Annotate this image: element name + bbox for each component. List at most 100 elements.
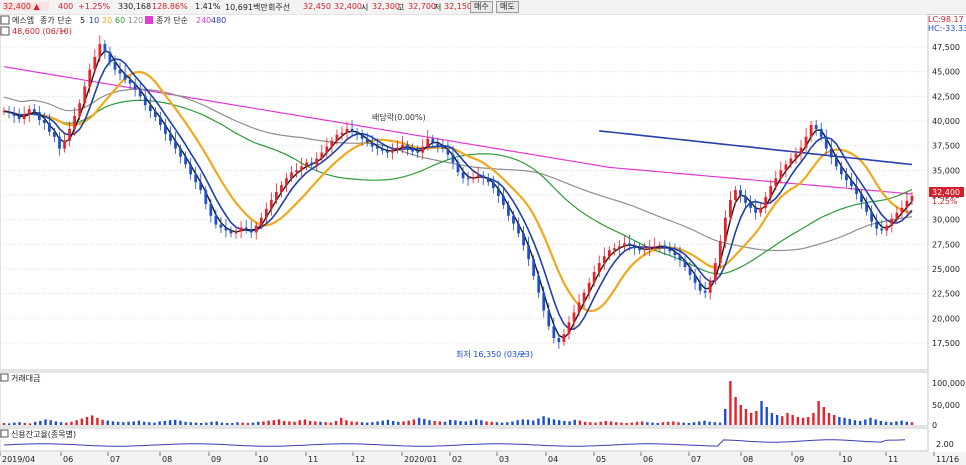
volume-bar [687,423,691,425]
volume-bar [869,417,872,425]
open-value: 32,400 [334,2,362,11]
volume-bar [895,421,898,425]
volume-bar [127,421,130,425]
volume-bar [236,422,239,425]
volume-bar [423,419,426,425]
volume-bar [257,421,260,425]
volume-bar [480,420,483,425]
low-label: 저 [434,3,442,12]
date-label: 2020/01 [404,455,437,464]
date-label: 11 [888,455,898,464]
current-price: 32,400 ▲ [3,2,49,11]
volume-bar [822,407,825,425]
volume-bar [225,423,229,425]
volume-bar [251,422,255,425]
volume-bar [7,423,11,425]
volume-bar [205,422,208,425]
volume-bar [168,420,172,425]
credit-panel-title: 신용잔고율(종목별) [11,429,76,439]
volume-bar [511,421,514,425]
open-price: 32,300 [372,2,400,11]
volume-bar [905,421,909,425]
volume-bar [220,422,224,425]
volume-bar [288,421,291,425]
legend-ma10: 10 [89,16,99,25]
date-label: 09 [794,455,804,464]
volume-bar [739,405,742,425]
volume-bar [360,422,364,425]
volume-bar [770,413,774,425]
volume-bar [864,419,867,425]
volume-bar [672,421,675,425]
volume-bar [900,420,903,425]
volume-bar [122,422,125,425]
volume-bar [532,420,535,425]
volume-bar [54,421,58,425]
volume-bar [433,421,436,425]
volume-bar [879,421,883,425]
credit-tick: 2.00 [936,440,954,449]
volume-bar [210,421,213,425]
volume-bar [516,420,519,425]
date-label: 04 [548,455,558,464]
price-tick-label: 27,500 [932,240,960,249]
price-tick-label: 45,000 [932,68,960,77]
sell-button[interactable]: 매도 [496,1,519,13]
volume-bar [817,401,820,425]
legend-ma5: 5 [80,16,85,25]
volume-bar [656,423,659,425]
volume-bar [241,422,244,425]
volume-bar [755,411,758,425]
open-label: 시 [361,3,369,12]
volume-bar [609,421,613,425]
volume-tick-50000: 50,000 [932,401,960,410]
volume-bar [428,420,431,425]
legend-ma120: 120 [128,16,143,25]
prev-value: 32,450 [303,2,331,11]
volume-bar [80,418,84,425]
price-panel: 47,50045,00042,50040,00037,50035,00032,5… [0,14,960,371]
volume-bar [521,419,525,425]
price-change-percent: +1.25% [78,2,111,11]
volume-bar [526,419,530,425]
volume-bar [111,421,115,425]
legend-ma480: 480 [211,16,226,25]
date-axis: 2019/04 06 07 08 09 10 11 12 2020/01 02 03 04 05 06 07… [0,452,966,465]
volume-bar [464,421,467,425]
volume-bar [438,421,442,425]
buy-button[interactable]: 매수 [470,1,493,13]
turnover-percent: 1.41% [195,2,221,11]
volume-ratio: 128.86% [152,2,188,11]
volume-bar [615,422,618,425]
volume-tick-0: 0 [932,421,937,430]
volume-bar [485,421,488,425]
volume-bar [412,419,416,425]
volume-bar [568,421,571,425]
volume-bar [44,419,47,425]
volume-bar [18,422,21,425]
dividend-note: 배당락(0.00%) [372,112,426,122]
volume-bar [153,422,156,425]
volume-bar [308,421,312,425]
volume-bar [449,419,452,425]
volume-bar [838,417,841,425]
volume-bar [832,415,836,425]
date-label: 12 [355,455,365,464]
volume-bar [101,419,104,425]
volume-bar [713,422,717,425]
volume-bar [376,421,379,425]
high-label: 고 [397,3,405,12]
volume-bar [495,422,499,425]
volume-bar [407,420,410,425]
volume-bar [910,422,914,425]
volume-bar [246,423,250,425]
volume-bar [215,421,218,425]
stock-chart[interactable]: 47,50045,00042,50040,00037,50035,00032,5… [0,14,966,465]
volume-bar [791,415,794,425]
legend-ma60: 60 [115,16,125,25]
volume-bar [692,422,696,425]
low-price: 32,150 [444,2,472,11]
legend-ma20: 20 [102,16,112,25]
volume-bar [298,420,301,425]
volume-bar [744,409,748,425]
